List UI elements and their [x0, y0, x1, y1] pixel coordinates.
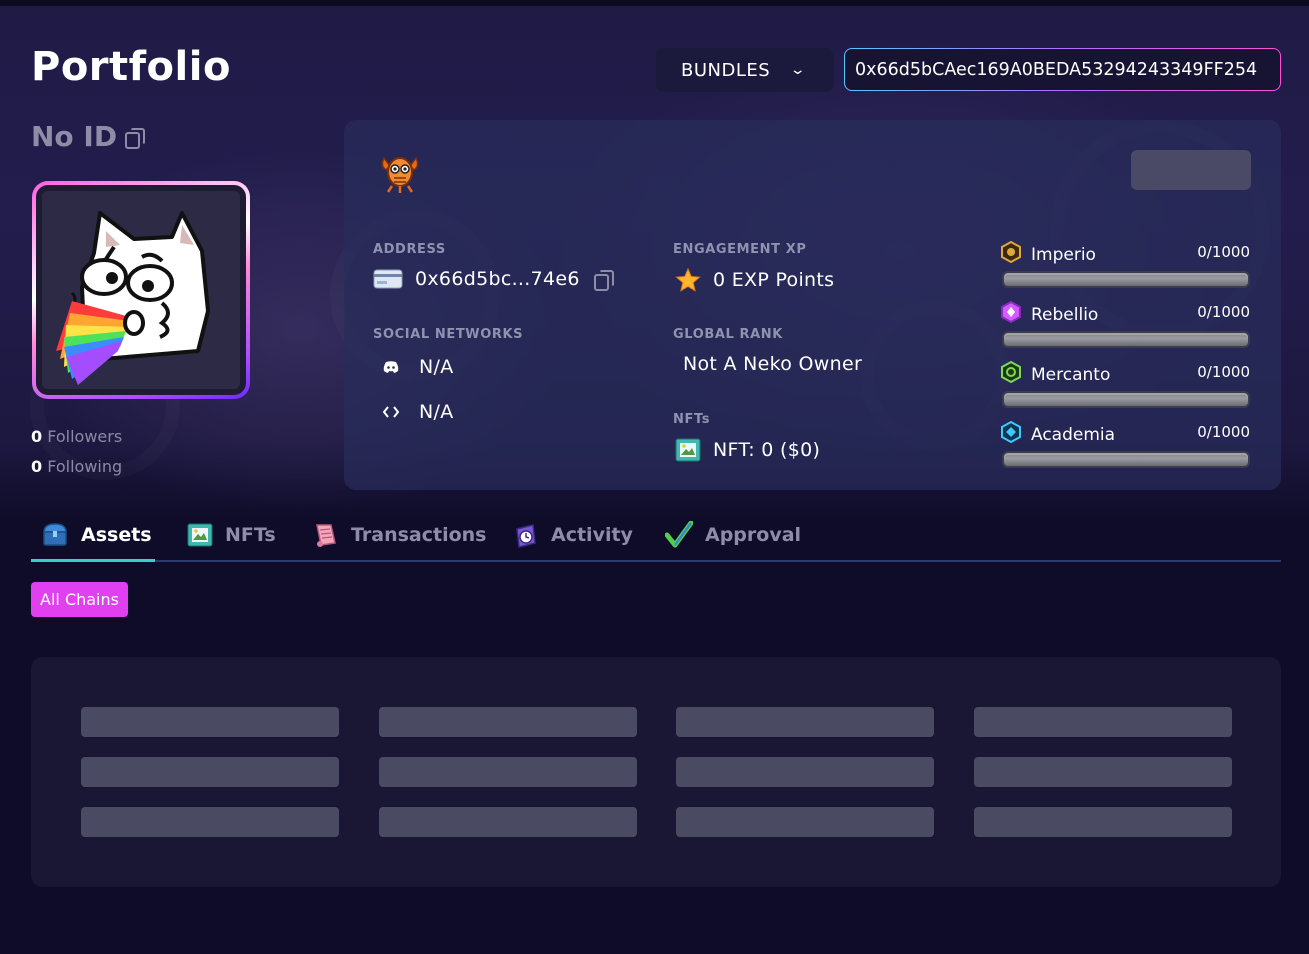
- faction-academia-progress: [1002, 451, 1250, 468]
- tab-approval-label: Approval: [705, 524, 802, 546]
- following-count: 0: [31, 457, 43, 476]
- alarm-clock-icon: [513, 521, 539, 549]
- followers-stat[interactable]: 0 Followers: [31, 427, 122, 446]
- address-value: 0x66d5bc...74e6: [415, 268, 580, 290]
- faction-academia: Academia: [1001, 420, 1116, 448]
- discord-icon: [383, 361, 399, 373]
- address-label: ADDRESS: [373, 242, 446, 257]
- active-tab-indicator: [31, 559, 155, 562]
- address-value-row: 0x66d5bc...74e6: [373, 268, 614, 291]
- engagement-xp-label: ENGAGEMENT XP: [673, 242, 807, 257]
- following-stat[interactable]: 0 Following: [31, 457, 122, 476]
- tab-activity[interactable]: Activity: [513, 508, 633, 562]
- avatar: [36, 185, 246, 395]
- tab-transactions-label: Transactions: [351, 524, 487, 546]
- tab-assets-label: Assets: [81, 524, 152, 546]
- faction-imperio-score: 0/1000: [1197, 243, 1250, 261]
- faction-rebellio-progress: [1002, 331, 1250, 348]
- code-brackets-icon: [383, 405, 399, 419]
- address-search-field-wrapper: [844, 48, 1281, 91]
- lobster-mascot-icon: [378, 152, 422, 198]
- all-chains-filter-chip[interactable]: All Chains: [31, 582, 128, 617]
- academia-hex-icon: [1001, 420, 1021, 448]
- followers-label: Followers: [47, 427, 123, 446]
- faction-mercanto-progress: [1002, 391, 1250, 408]
- skeleton-cell: [974, 807, 1232, 837]
- skeleton-cell: [379, 807, 637, 837]
- xp-value: 0 EXP Points: [713, 269, 835, 291]
- following-label: Following: [47, 457, 123, 476]
- xp-row: 0 EXP Points: [675, 268, 834, 292]
- faction-mercanto: Mercanto: [1001, 360, 1111, 388]
- copy-address-icon[interactable]: [593, 270, 614, 291]
- nfts-label: NFTs: [673, 412, 711, 427]
- skeleton-cell: [974, 757, 1232, 787]
- profile-id: No ID: [31, 120, 146, 153]
- faction-imperio-name: Imperio: [1031, 244, 1096, 265]
- social-link-value: N/A: [419, 401, 454, 423]
- discord-row: N/A: [383, 356, 454, 378]
- skeleton-cell: [81, 757, 339, 787]
- tab-activity-label: Activity: [551, 524, 633, 546]
- followers-count: 0: [31, 427, 43, 446]
- nfts-row: NFT: 0 ($0): [675, 438, 820, 462]
- skeleton-cell: [81, 807, 339, 837]
- bundles-label: BUNDLES: [681, 59, 771, 81]
- imperio-hex-icon: [1001, 240, 1021, 268]
- nfts-value: NFT: 0 ($0): [713, 439, 821, 461]
- faction-mercanto-score: 0/1000: [1197, 363, 1250, 381]
- faction-imperio-progress: [1002, 271, 1250, 288]
- skeleton-cell: [676, 807, 934, 837]
- skeleton-cell: [974, 707, 1232, 737]
- chevron-down-icon: ⌄: [789, 62, 807, 78]
- copy-icon[interactable]: [125, 127, 146, 149]
- assets-panel: [31, 657, 1281, 887]
- discord-value: N/A: [419, 356, 454, 378]
- address-search-input[interactable]: [845, 49, 1280, 90]
- faction-imperio: Imperio: [1001, 240, 1096, 268]
- tab-nfts-label: NFTs: [225, 524, 276, 546]
- rebellio-hex-icon: [1001, 300, 1021, 328]
- treasure-chest-icon: [41, 522, 69, 548]
- skeleton-cell: [676, 757, 934, 787]
- picture-frame-icon: [675, 438, 701, 462]
- tab-assets[interactable]: Assets: [41, 508, 152, 562]
- faction-rebellio: Rebellio: [1001, 300, 1099, 328]
- faction-rebellio-score: 0/1000: [1197, 303, 1250, 321]
- global-rank-value: Not A Neko Owner: [683, 353, 863, 375]
- faction-rebellio-name: Rebellio: [1031, 304, 1099, 325]
- mercanto-hex-icon: [1001, 360, 1021, 388]
- page-title: Portfolio: [31, 44, 231, 90]
- social-networks-label: SOCIAL NETWORKS: [373, 327, 524, 342]
- action-button-placeholder: [1131, 150, 1251, 190]
- skeleton-cell: [676, 707, 934, 737]
- scroll-icon: [311, 521, 339, 549]
- faction-mercanto-name: Mercanto: [1031, 364, 1111, 385]
- cat-avatar-image: [42, 191, 236, 385]
- portfolio-tabs: Assets NFTs Transactions Activity Approv…: [31, 508, 1281, 562]
- picture-frame-icon: [187, 523, 213, 547]
- avatar-frame: [32, 181, 250, 399]
- top-strip: [0, 0, 1309, 6]
- profile-id-label: No ID: [31, 120, 118, 153]
- faction-academia-score: 0/1000: [1197, 423, 1250, 441]
- skeleton-cell: [81, 707, 339, 737]
- skeleton-cell: [379, 707, 637, 737]
- bundles-dropdown[interactable]: BUNDLES ⌄: [656, 48, 834, 92]
- checkmark-icon: [665, 521, 693, 549]
- skeleton-cell: [379, 757, 637, 787]
- tab-nfts[interactable]: NFTs: [187, 508, 276, 562]
- star-icon: [675, 268, 701, 292]
- tab-transactions[interactable]: Transactions: [311, 508, 486, 562]
- faction-academia-name: Academia: [1031, 424, 1116, 445]
- global-rank-label: GLOBAL RANK: [673, 327, 783, 342]
- tab-approval[interactable]: Approval: [665, 508, 801, 562]
- social-link-row: N/A: [383, 401, 454, 423]
- credit-card-icon: [373, 269, 403, 289]
